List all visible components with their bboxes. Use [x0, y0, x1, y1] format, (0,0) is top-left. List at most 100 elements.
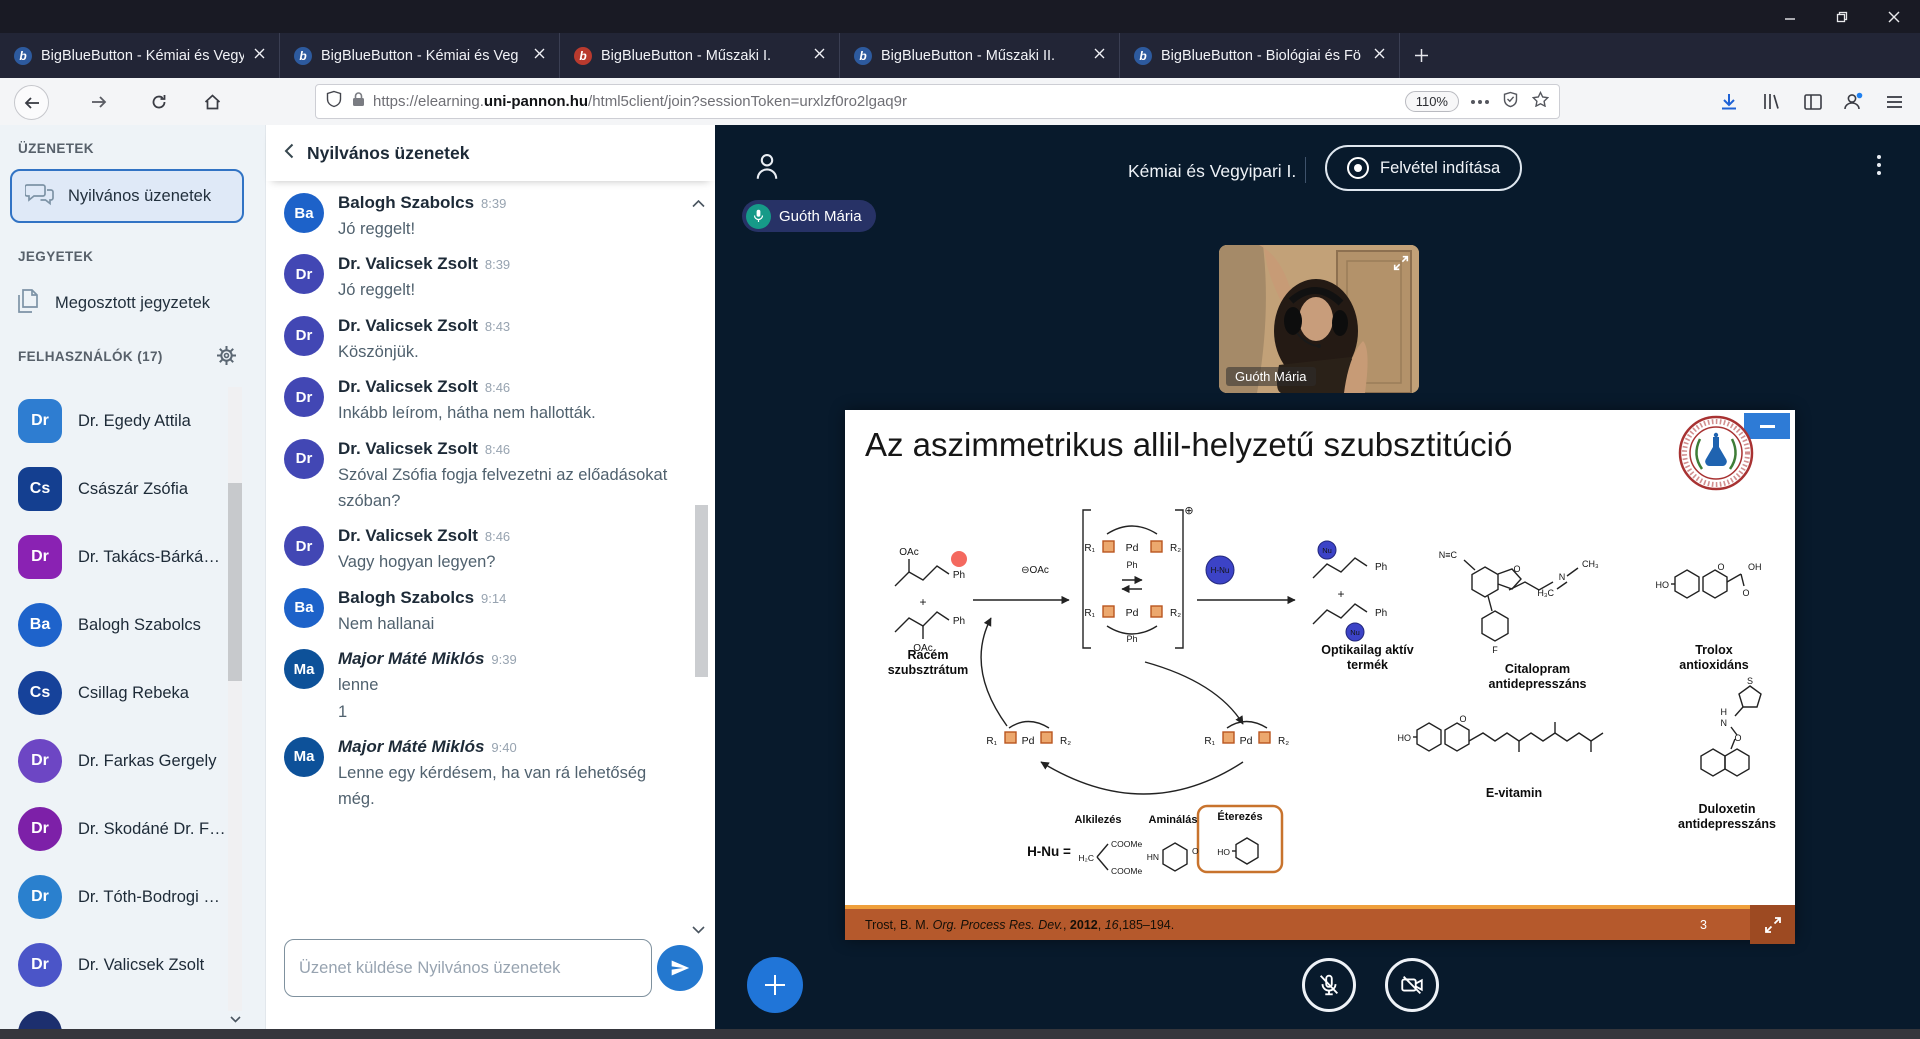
user-list-item[interactable]: Dr Dr. Farkas Gergely [0, 727, 232, 795]
browser-tab[interactable]: b BigBlueButton - Kémiai és Vegy [0, 33, 280, 78]
manage-users-gear-icon[interactable] [216, 345, 237, 371]
scrollbar-thumb[interactable] [228, 483, 242, 681]
forward-icon[interactable] [82, 85, 115, 118]
close-tab-icon[interactable] [533, 47, 549, 64]
close-window-icon[interactable] [1868, 0, 1920, 33]
account-icon[interactable] [1836, 85, 1869, 118]
download-icon[interactable] [1712, 85, 1745, 118]
user-list-item[interactable]: Ba Balogh Szabolcs [0, 591, 232, 659]
sidebar-toggle-icon[interactable] [1796, 85, 1829, 118]
menu-item[interactable] [88, 0, 110, 33]
svg-text:H: H [1721, 707, 1728, 717]
browser-tab[interactable]: b BigBlueButton - Műszaki II. [840, 33, 1120, 78]
options-menu-icon[interactable] [1877, 155, 1881, 175]
svg-text:⊖OAc: ⊖OAc [1021, 565, 1049, 576]
label-racemic-substrate: Racémszubsztrátum [863, 648, 993, 678]
message-sender: Balogh Szabolcs [338, 588, 474, 607]
message-avatar: Ba [284, 193, 324, 233]
user-list-item[interactable]: Dr Dr. Tóth-Bodrogi … [0, 863, 232, 931]
message-sender: Dr. Valicsek Zsolt [338, 254, 478, 273]
svg-text:OH: OH [1748, 562, 1762, 572]
minimize-window-icon[interactable] [1764, 0, 1816, 33]
close-tab-icon[interactable] [813, 47, 829, 64]
menu-item[interactable] [0, 0, 22, 33]
user-avatar: Dr [18, 535, 62, 579]
user-list-item[interactable]: Dr Dr. Takács-Bárká… [0, 523, 232, 591]
presentation-title-icon[interactable] [753, 151, 781, 186]
menu-item[interactable] [110, 0, 132, 33]
message-avatar: Ba [284, 588, 324, 628]
shared-notes-label: Megosztott jegyzetek [55, 294, 210, 313]
svg-text:OAc: OAc [899, 547, 918, 558]
actions-plus-button[interactable] [747, 957, 803, 1013]
presentation-slide[interactable]: Az aszimmetrikus allil-helyzetű szubszti… [845, 410, 1795, 940]
user-list-item[interactable]: Cs Csillag Rebeka [0, 659, 232, 727]
talker-mic-icon [746, 204, 771, 229]
chat-message-list: Ba Balogh Szabolcs8:39 Jó reggelt! Dr Dr… [284, 193, 684, 953]
tracking-shield-icon[interactable] [326, 90, 342, 113]
menu-item[interactable] [66, 0, 88, 33]
chat-scroll-up-icon[interactable] [692, 195, 705, 213]
browser-tab[interactable]: b BigBlueButton - Műszaki I. [560, 33, 840, 78]
active-talker-pill[interactable]: Guóth Mária [742, 200, 876, 232]
zoom-level-badge[interactable]: 110% [1405, 91, 1459, 112]
message-text: Jó reggelt! [338, 216, 506, 242]
window-bottom-edge [0, 1029, 1920, 1039]
lock-icon[interactable] [352, 91, 365, 112]
webcam-video[interactable]: Guóth Mária [1219, 245, 1419, 393]
home-icon[interactable] [196, 85, 229, 118]
slide-fullscreen-button[interactable] [1750, 905, 1795, 944]
library-icon[interactable] [1754, 85, 1787, 118]
sidebar-item-public-chat[interactable]: Nyilvános üzenetek [10, 169, 244, 223]
bookmark-star-icon[interactable] [1532, 91, 1549, 112]
user-name: Dr. Farkas Gergely [78, 752, 216, 771]
user-list-item[interactable]: Dr Dr. Egedy Attila (Én) [0, 387, 232, 455]
back-icon[interactable] [14, 85, 49, 120]
webcam-fullscreen-icon[interactable] [1388, 250, 1414, 276]
browser-tab[interactable]: b BigBlueButton - Biológiai és Fö [1120, 33, 1400, 78]
close-tab-icon[interactable] [1373, 47, 1389, 64]
user-list-item[interactable]: Dr Dr. Skodáné Dr. F… [0, 795, 232, 863]
menu-item[interactable] [154, 0, 176, 33]
chat-scroll-down-icon[interactable] [692, 921, 705, 939]
user-list-item[interactable]: Dr Dr. Valicsek Zsolt [0, 931, 232, 999]
close-tab-icon[interactable] [253, 47, 269, 64]
restore-window-icon[interactable] [1816, 0, 1868, 33]
svg-text:N≡C: N≡C [1439, 550, 1458, 560]
svg-text:Ph: Ph [1375, 562, 1387, 573]
user-avatar: Dr [18, 807, 62, 851]
message-sender: Dr. Valicsek Zsolt [338, 439, 478, 458]
chat-scrollbar-thumb[interactable] [695, 505, 708, 677]
message-avatar: Dr [284, 316, 324, 356]
close-tab-icon[interactable] [1093, 47, 1109, 64]
start-recording-button[interactable]: Felvétel indítása [1325, 145, 1522, 191]
svg-text:R₂: R₂ [1170, 608, 1181, 619]
menu-item[interactable] [44, 0, 66, 33]
menu-item[interactable] [22, 0, 44, 33]
sidebar-item-shared-notes[interactable]: Megosztott jegyzetek [16, 275, 246, 331]
hamburger-menu-icon[interactable] [1878, 85, 1911, 118]
unmute-microphone-button[interactable] [1302, 958, 1356, 1012]
send-message-button[interactable] [657, 945, 703, 991]
save-shield-icon[interactable] [1503, 91, 1518, 113]
chat-back-icon[interactable] [284, 143, 294, 164]
user-list-scrollbar[interactable] [228, 387, 242, 1011]
label-alkylation: Alkilezés [1067, 814, 1129, 827]
scroll-down-icon[interactable] [228, 1011, 242, 1027]
chat-message: Ma Major Máté Miklós(offline)9:39 lenne … [284, 649, 684, 725]
svg-text:+: + [919, 595, 926, 609]
chat-message-input[interactable] [285, 940, 651, 996]
url-bar[interactable]: https://elearning.uni-pannon.hu/html5cli… [315, 84, 1560, 119]
page-actions-icon[interactable] [1471, 100, 1489, 104]
user-list-item[interactable]: Cs Császár Zsófia [0, 455, 232, 523]
share-webcam-button[interactable] [1385, 958, 1439, 1012]
menu-item[interactable] [132, 0, 154, 33]
label-trolox: Troloxantioxidáns [1660, 643, 1768, 673]
public-chat-label: Nyilvános üzenetek [68, 187, 211, 206]
reload-icon[interactable] [142, 85, 175, 118]
browser-tab[interactable]: b BigBlueButton - Kémiai és Veg [280, 33, 560, 78]
message-time: 8:46 [485, 442, 510, 457]
avatar-initials: Dr [31, 752, 49, 770]
new-tab-button[interactable] [1400, 33, 1442, 78]
avatar-initials: Dr [31, 888, 49, 906]
